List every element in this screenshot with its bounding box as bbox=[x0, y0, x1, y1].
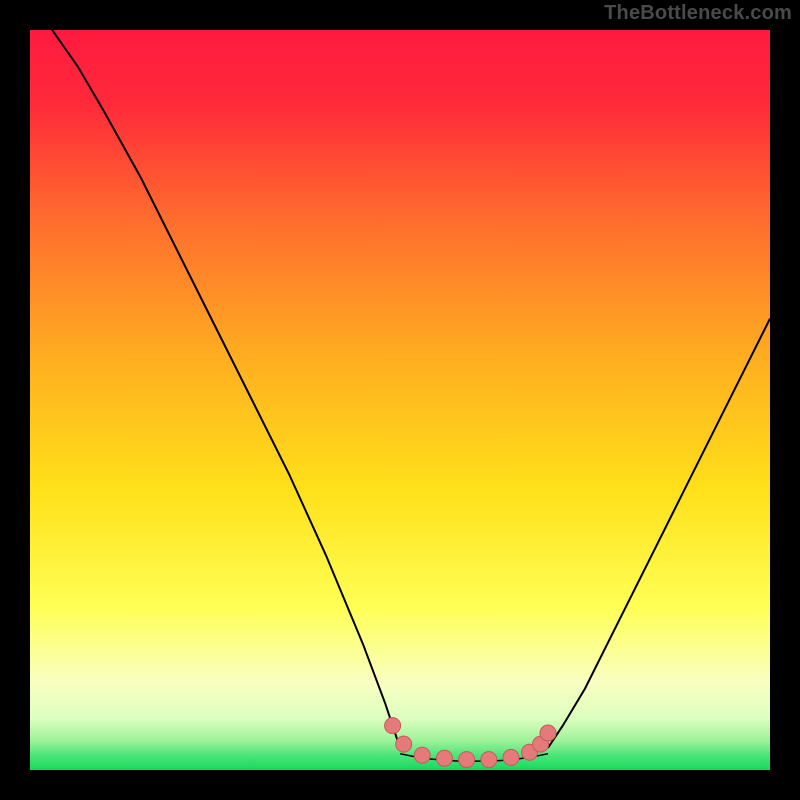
optimal-marker bbox=[459, 752, 475, 768]
plot-area bbox=[30, 30, 770, 770]
optimal-marker bbox=[540, 725, 556, 741]
curve-left-curve bbox=[30, 30, 400, 748]
curve-right-curve bbox=[548, 319, 770, 748]
optimal-marker bbox=[436, 750, 452, 766]
watermark-text: TheBottleneck.com bbox=[604, 2, 792, 25]
optimal-marker bbox=[414, 747, 430, 763]
optimal-marker bbox=[396, 736, 412, 752]
curve-layer bbox=[30, 30, 770, 770]
optimal-marker bbox=[481, 752, 497, 768]
optimal-marker bbox=[385, 718, 401, 734]
optimal-marker bbox=[503, 749, 519, 765]
chart-frame: TheBottleneck.com bbox=[0, 0, 800, 800]
